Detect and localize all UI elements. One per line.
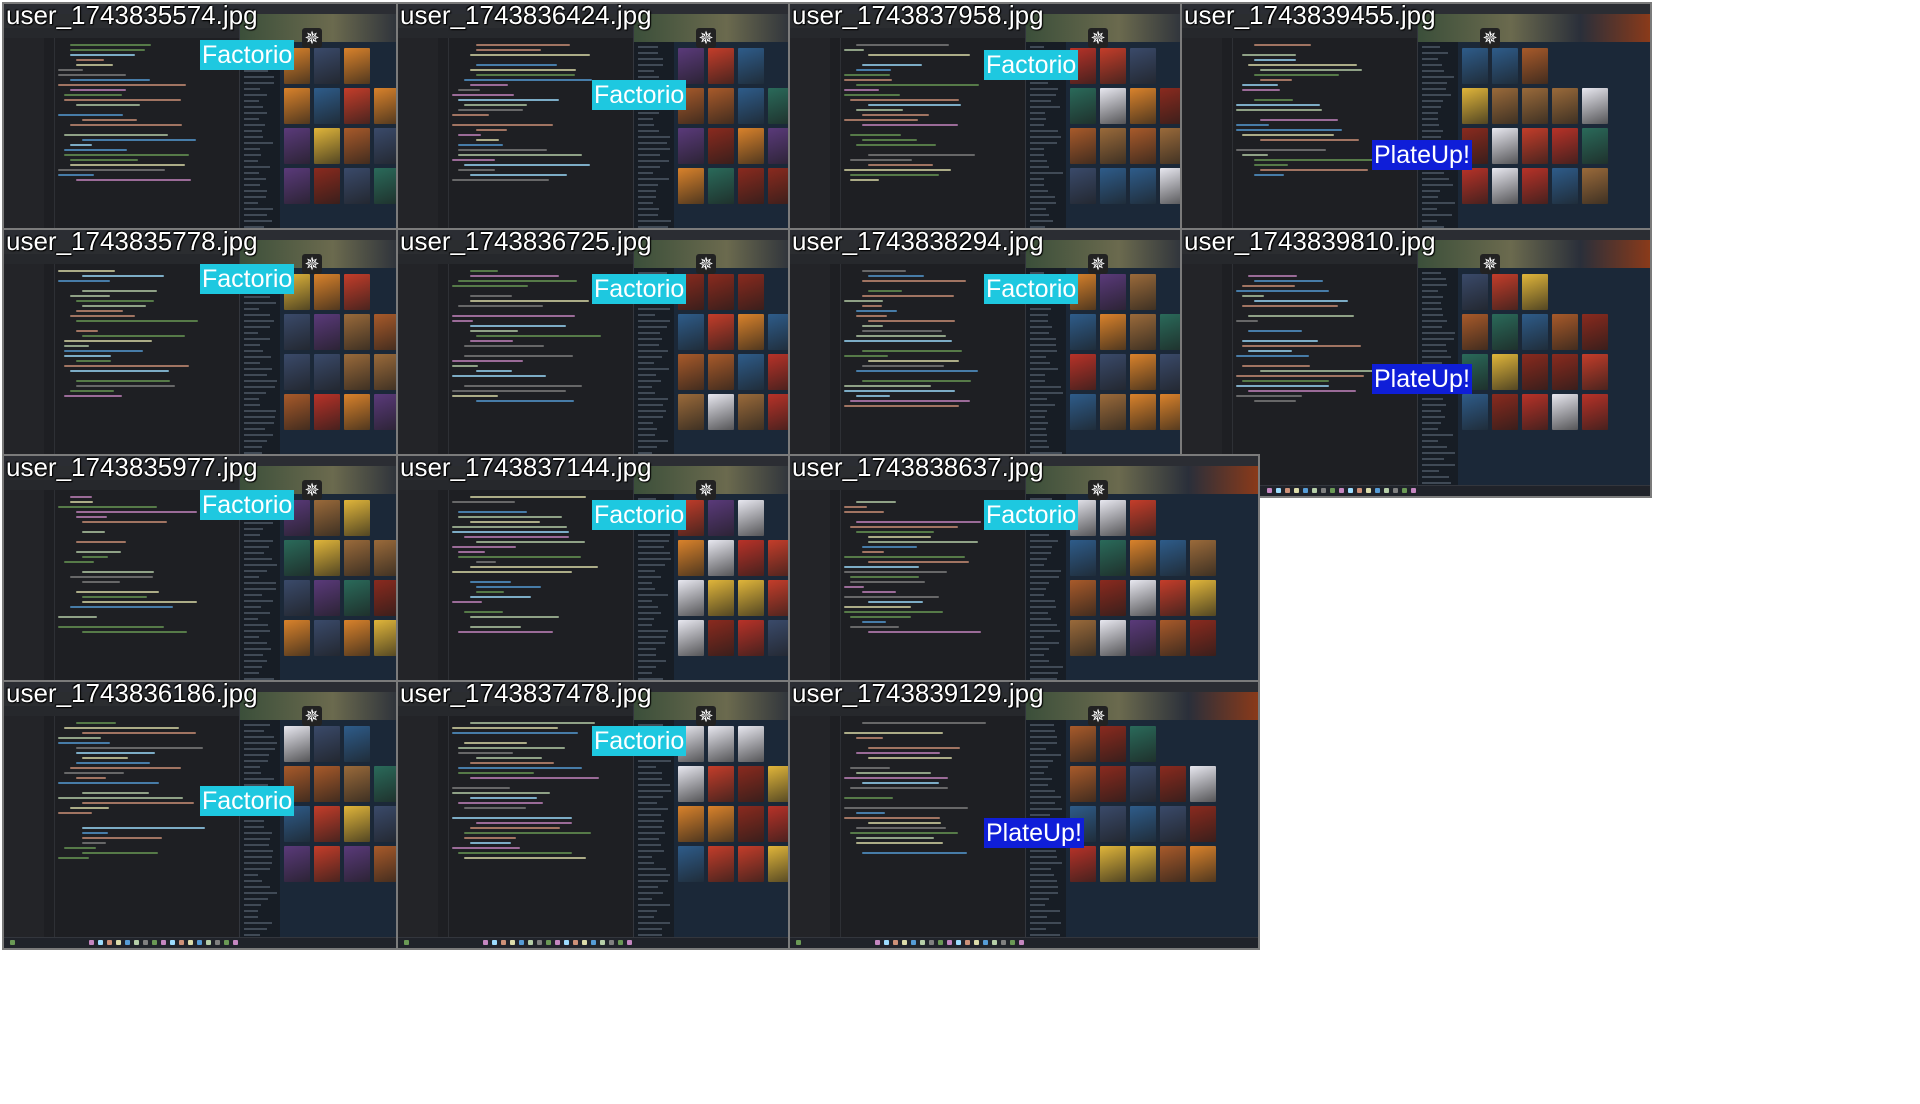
tile-filename: user_1743835574.jpg (6, 2, 258, 30)
game-logo-icon: ✵ (696, 28, 716, 48)
game-label: PlateUp! (1372, 364, 1472, 394)
tile-filename: user_1743836725.jpg (400, 228, 652, 256)
game-logo-icon: ✵ (302, 480, 322, 500)
game-label: Factorio (200, 490, 295, 520)
game-logo-icon: ✵ (1480, 28, 1500, 48)
game-label: Factorio (984, 50, 1079, 80)
tile-filename: user_1743839129.jpg (792, 680, 1044, 708)
game-label: Factorio (200, 786, 295, 816)
tile-filename: user_1743839455.jpg (1184, 2, 1436, 30)
game-logo-icon: ✵ (1088, 706, 1108, 726)
screenshot-tile[interactable]: ✵ user_1743839129.jpg PlateUp! (788, 680, 1260, 950)
tile-filename: user_1743838637.jpg (792, 454, 1044, 482)
game-label: Factorio (200, 264, 295, 294)
tile-filename: user_1743837958.jpg (792, 2, 1044, 30)
game-label: PlateUp! (1372, 140, 1472, 170)
tile-filename: user_1743836186.jpg (6, 680, 258, 708)
game-logo-icon: ✵ (1088, 480, 1108, 500)
screenshot-grid: ✵ user_1743835574.jpg Factorio ✵ user_17… (0, 0, 1920, 1104)
game-logo-icon: ✵ (1480, 254, 1500, 274)
tile-filename: user_1743835977.jpg (6, 454, 258, 482)
game-logo-icon: ✵ (696, 480, 716, 500)
game-logo-icon: ✵ (1088, 28, 1108, 48)
game-logo-icon: ✵ (1088, 254, 1108, 274)
game-logo-icon: ✵ (302, 254, 322, 274)
tile-filename: user_1743835778.jpg (6, 228, 258, 256)
game-label: Factorio (984, 274, 1079, 304)
tile-filename: user_1743837144.jpg (400, 454, 652, 482)
desktop-screenshot: ✵ (790, 682, 1258, 948)
game-logo-icon: ✵ (696, 254, 716, 274)
game-label: Factorio (592, 726, 687, 756)
tile-filename: user_1743838294.jpg (792, 228, 1044, 256)
game-label: Factorio (592, 500, 687, 530)
game-label: Factorio (592, 80, 687, 110)
tile-filename: user_1743837478.jpg (400, 680, 652, 708)
game-logo-icon: ✵ (696, 706, 716, 726)
tile-filename: user_1743836424.jpg (400, 2, 652, 30)
game-label: PlateUp! (984, 818, 1084, 848)
game-label: Factorio (592, 274, 687, 304)
game-label: Factorio (984, 500, 1079, 530)
game-label: Factorio (200, 40, 295, 70)
game-logo-icon: ✵ (302, 28, 322, 48)
game-logo-icon: ✵ (302, 706, 322, 726)
tile-filename: user_1743839810.jpg (1184, 228, 1436, 256)
